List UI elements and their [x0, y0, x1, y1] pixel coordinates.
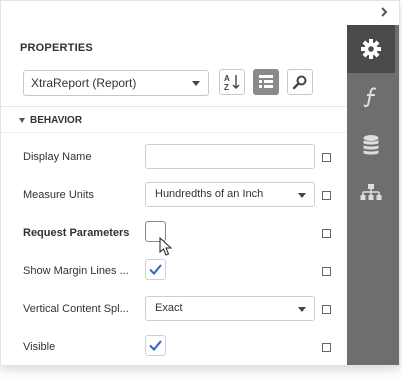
property-row-measure-units: Measure Units Hundredths of an Inch [1, 176, 347, 214]
property-row-show-margin-lines: Show Margin Lines ... [1, 252, 347, 290]
tab-data-source[interactable] [347, 121, 395, 169]
vertical-content-split-select[interactable]: Exact [145, 296, 315, 321]
chevron-down-icon [298, 307, 306, 312]
sort-alphabetical-icon: A Z [224, 74, 240, 91]
collapse-caret-icon [19, 117, 25, 123]
database-icon [363, 135, 379, 155]
checkmark-icon [149, 340, 162, 351]
panel-top-strip [1, 1, 399, 25]
svg-text:Z: Z [224, 83, 229, 91]
visible-checkbox[interactable] [145, 335, 166, 356]
gear-icon [361, 39, 381, 59]
report-selector-value: XtraReport (Report) [31, 76, 137, 90]
mouse-cursor-icon [159, 236, 173, 262]
chevron-right-icon [381, 7, 388, 17]
property-label: Measure Units [23, 189, 94, 201]
group-header-behavior[interactable]: BEHAVIOR [19, 112, 82, 128]
property-marker-checkbox[interactable] [322, 191, 331, 200]
property-marker-checkbox[interactable] [322, 267, 331, 276]
vertical-content-split-value: Exact [155, 302, 183, 314]
hierarchy-icon [360, 184, 382, 200]
property-label: Request Parameters [23, 227, 130, 239]
property-label: Visible [23, 341, 56, 353]
divider [1, 132, 347, 133]
report-selector[interactable]: XtraReport (Report) [23, 70, 209, 96]
tab-properties[interactable] [347, 25, 395, 73]
checkmark-icon [149, 264, 162, 275]
property-label: Show Margin Lines ... [23, 265, 129, 277]
property-marker-checkbox[interactable] [322, 305, 331, 314]
function-icon [363, 87, 377, 108]
chevron-down-icon [192, 81, 200, 86]
chevron-down-icon [298, 193, 306, 198]
divider [1, 106, 347, 107]
measure-units-select[interactable]: Hundredths of an Inch [145, 182, 315, 207]
property-marker-checkbox[interactable] [322, 229, 331, 238]
display-name-input[interactable] [145, 144, 315, 169]
property-row-visible: Visible [1, 328, 347, 365]
property-label: Display Name [23, 151, 92, 163]
categorized-view-icon [259, 75, 273, 88]
show-margin-lines-checkbox[interactable] [145, 259, 166, 280]
property-row-display-name: Display Name [1, 138, 347, 176]
panel-title: PROPERTIES [20, 42, 93, 54]
property-row-request-parameters: Request Parameters [1, 214, 347, 252]
properties-panel: PROPERTIES XtraReport (Report) A Z BEHAV… [0, 0, 400, 366]
property-row-vertical-content-split: Vertical Content Spl... Exact [1, 290, 347, 328]
panel-sidebar [347, 25, 399, 365]
collapse-panel-button[interactable] [377, 5, 391, 19]
measure-units-value: Hundredths of an Inch [155, 188, 264, 200]
property-label: Vertical Content Spl... [23, 303, 129, 315]
property-marker-checkbox[interactable] [322, 343, 331, 352]
properties-content: PROPERTIES XtraReport (Report) A Z BEHAV… [1, 25, 347, 365]
sort-alphabetical-button[interactable]: A Z [219, 69, 245, 95]
tab-expressions[interactable] [347, 73, 395, 121]
svg-text:A: A [224, 74, 230, 83]
property-marker-checkbox[interactable] [322, 153, 331, 162]
search-icon [292, 75, 307, 90]
search-button[interactable] [287, 69, 313, 95]
categorized-view-button[interactable] [253, 69, 279, 95]
tab-report-explorer[interactable] [347, 169, 395, 217]
group-label: BEHAVIOR [30, 114, 83, 126]
